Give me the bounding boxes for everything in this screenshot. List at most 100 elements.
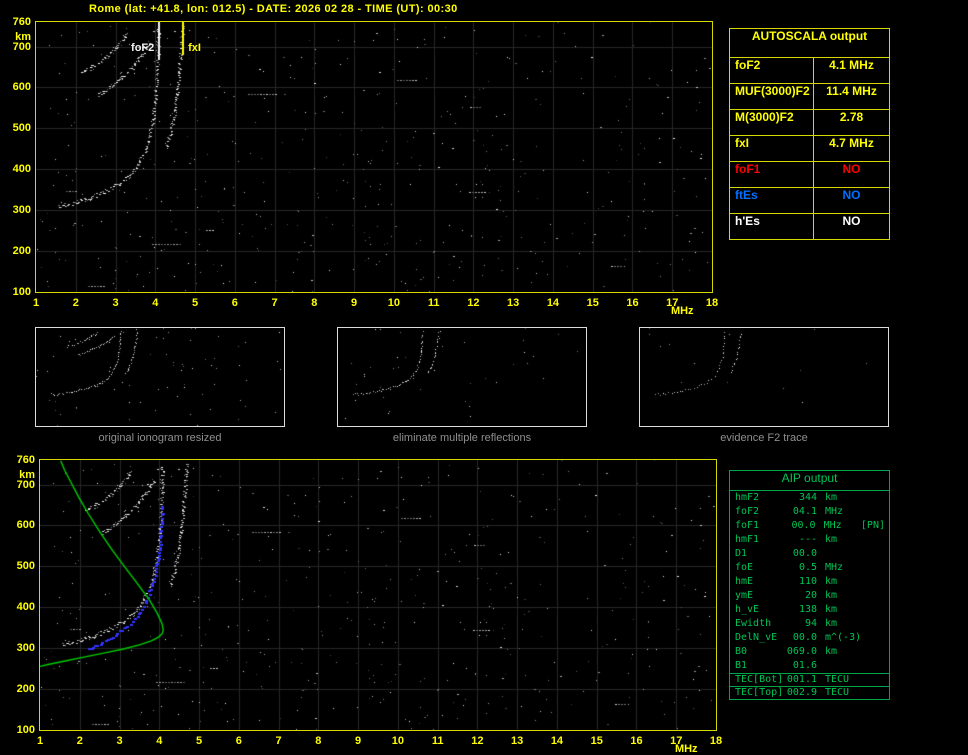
autoscala-row-value: NO — [842, 162, 861, 176]
x-axis-tick-label: 3 — [112, 297, 119, 309]
y-axis-unit-label: km — [19, 469, 35, 481]
aip-tec-row-label: TEC[Bot] — [735, 674, 784, 685]
y-axis-tick-label: 760 — [12, 16, 31, 28]
aip-row-label: foE — [735, 562, 754, 573]
y-axis-tick-label: 600 — [16, 519, 35, 532]
x-axis-tick-label: 5 — [191, 297, 199, 309]
x-axis-tick-label: 16 — [626, 297, 639, 309]
autoscala-row: M(3000)F2 2.78 — [730, 109, 889, 135]
x-axis-tick-label: 1 — [32, 297, 40, 309]
aip-table-title: AIP output — [730, 471, 889, 491]
aip-row-unit: MHz — [825, 562, 844, 573]
aip-row-label: B0 — [735, 646, 748, 657]
x-axis-tick-label: 7 — [275, 735, 282, 747]
autoscala-row: ftEs NO — [730, 187, 889, 213]
y-axis-tick-label: 500 — [16, 560, 35, 573]
x-axis-unit-label: MHz — [670, 305, 694, 317]
autoscala-row: MUF(3000)F2 11.4 MHz — [730, 83, 889, 109]
aip-row: B1 01.6 — [730, 659, 889, 673]
aip-row-unit: km — [825, 646, 838, 657]
aip-row-value: --- — [798, 534, 817, 545]
thumbnail-caption-evidence: evidence F2 trace — [720, 432, 808, 444]
autoscala-row-label: M(3000)F2 — [730, 110, 814, 135]
y-axis-tick-label: 400 — [12, 163, 31, 176]
autoscala-row-label: h'Es — [730, 214, 814, 239]
x-axis-tick-label: 3 — [116, 735, 123, 747]
aip-row-value: 069.0 — [786, 646, 817, 657]
x-axis-tick-label: 5 — [195, 735, 203, 747]
x-axis-tick-label: 8 — [311, 297, 318, 309]
aip-row-note — [863, 659, 885, 673]
aip-tec-row: TEC[Top] 002.9 TECU — [730, 686, 889, 699]
aip-row-value: 110 — [798, 576, 817, 587]
y-axis-tick-label: 400 — [16, 601, 35, 614]
x-axis-tick-label: 13 — [507, 297, 520, 309]
aip-row-label: ymE — [735, 590, 754, 601]
autoscala-screen: Rome (lat: +41.8, lon: 012.5) - DATE: 20… — [0, 0, 968, 755]
aip-row: foF2 04.1 MHz — [730, 505, 889, 519]
aip-tec-row-label: TEC[Top] — [735, 687, 784, 698]
aip-tec-row-note — [863, 687, 885, 699]
thumbnail-original-ionogram-canvas — [36, 328, 284, 426]
x-axis-tick-label: 7 — [271, 297, 278, 309]
x-axis-tick-label: 1 — [36, 735, 44, 747]
thumbnail-caption-original: original ionogram resized — [98, 432, 222, 444]
x-axis-tick-label: 8 — [315, 735, 322, 747]
aip-row-label: hmF2 — [735, 492, 760, 503]
aip-tec-row: TEC[Bot] 001.1 TECU — [730, 673, 889, 686]
aip-row: hmF2 344 km — [730, 491, 889, 505]
autoscala-row-value: 11.4 MHz — [826, 84, 877, 98]
x-axis-tick-label: 16 — [630, 735, 643, 747]
autoscala-table-rows: foF2 4.1 MHz MUF(3000)F2 11.4 MHz M(3000)F2 2… — [730, 57, 889, 239]
aip-row: hmE 110 km — [730, 575, 889, 589]
aip-row-unit: km — [825, 590, 838, 601]
aip-row-note — [863, 561, 885, 575]
aip-row: DelN_vE 00.0 m^(-3) — [730, 631, 889, 645]
aip-row-label: hmE — [735, 576, 754, 587]
x-axis-tick-label: 12 — [471, 735, 484, 747]
aip-row-note: [PN] — [860, 520, 885, 531]
aip-row-value: 20 — [804, 590, 817, 601]
aip-row: ymE 20 km — [730, 589, 889, 603]
autoscala-row-value: 4.7 MHz — [829, 136, 874, 150]
aip-row-label: D1 — [735, 548, 748, 559]
aip-row-label: foF1 — [735, 520, 760, 531]
x-axis-tick-label: 14 — [550, 735, 564, 747]
x-axis-tick-label: 10 — [387, 297, 400, 309]
aip-row-note — [863, 547, 885, 561]
x-axis-tick-label: 12 — [467, 297, 480, 309]
x-axis-tick-label: 6 — [231, 297, 238, 309]
ionogram-plot-autoscala: 760 700 600 500 400 300 200 100 km 1 2 3 4 5 6 7 8 9 10 11 1… — [13, 16, 718, 317]
aip-row-note — [863, 533, 885, 547]
y-axis-tick-label: 760 — [16, 454, 35, 466]
aip-tec-row-value: 001.1 — [786, 674, 817, 685]
x-axis-tick-label: 10 — [391, 735, 404, 747]
aip-tec-row-unit: TECU — [825, 687, 850, 698]
x-axis-tick-label: 2 — [72, 297, 79, 309]
aip-row-label: B1 — [735, 660, 748, 671]
y-axis-tick-label: 200 — [16, 683, 35, 696]
aip-row-note — [863, 491, 885, 505]
x-axis-tick-label: 15 — [590, 735, 603, 747]
autoscala-row-value: 2.78 — [839, 110, 864, 124]
aip-row: foE 0.5 MHz — [730, 561, 889, 575]
x-axis-tick-label: 11 — [431, 735, 444, 747]
aip-row-value: 04.1 — [792, 506, 817, 517]
x-axis-tick-label: 18 — [709, 735, 723, 747]
y-axis-unit-label: km — [15, 31, 31, 43]
foF2-marker-label: foF2 — [131, 42, 155, 54]
aip-row-unit: MHz — [823, 520, 842, 531]
aip-row-unit: km — [825, 618, 838, 629]
aip-row: Ewidth 94 km — [730, 617, 889, 631]
ionogram-canvas-aip — [40, 460, 716, 730]
autoscala-row-label: foF2 — [730, 58, 814, 83]
autoscala-row: h'Es NO — [730, 213, 889, 239]
ionogram-canvas-autoscala — [36, 22, 712, 292]
aip-row-unit: km — [825, 534, 838, 545]
x-axis-tick-label: 9 — [355, 735, 362, 747]
autoscala-row-label: MUF(3000)F2 — [730, 84, 814, 109]
fxI-marker-label: fxI — [188, 42, 201, 54]
x-axis-unit-label: MHz — [674, 743, 698, 755]
x-axis-tick-label: 14 — [546, 297, 560, 309]
aip-row-value: 00.0 — [792, 548, 817, 559]
